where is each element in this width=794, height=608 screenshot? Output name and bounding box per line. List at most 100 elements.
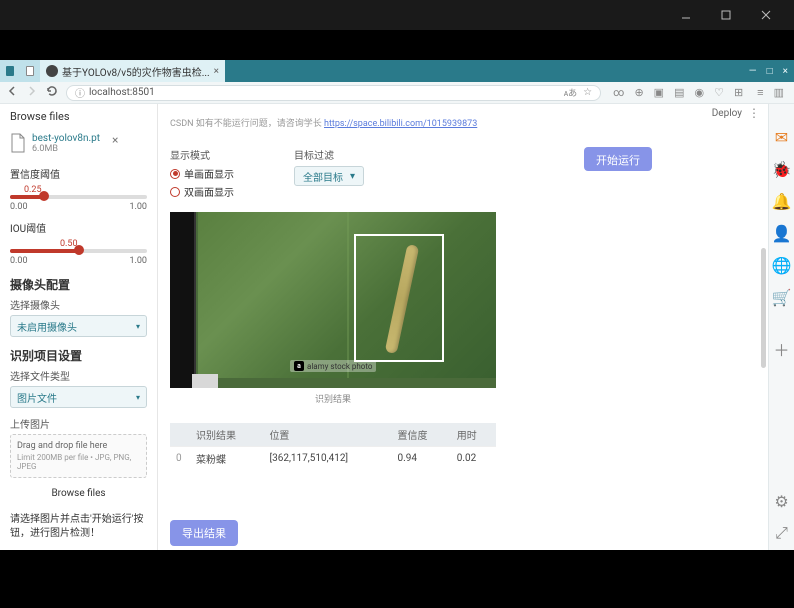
display-mode-label: 显示模式 xyxy=(170,147,234,162)
browser-tab-pinned-2[interactable] xyxy=(20,60,40,82)
project-section-title: 识别项目设置 xyxy=(10,347,147,364)
detection-bbox xyxy=(354,234,444,362)
watermark-text: alamy stock photo xyxy=(307,362,372,371)
browser-maximize-button[interactable]: □ xyxy=(767,66,773,77)
filetype-select[interactable]: 图片文件 ▾ xyxy=(10,386,147,408)
rail-plus-button[interactable]: ＋ xyxy=(775,342,789,356)
browser-window: 基于YOLOv8/v5的灾作物害虫检... × — □ × ⓘ localhos… xyxy=(0,60,794,550)
os-maximize-button[interactable] xyxy=(706,1,746,29)
bottom-black-band xyxy=(0,550,794,608)
cell-confidence: 0.94 xyxy=(391,447,450,471)
confidence-slider: 置信度阈值 0.25 0.00 1.00 xyxy=(10,166,147,212)
ext-icon-7[interactable]: ⊞ xyxy=(734,86,743,99)
cell-position: [362,117,510,412] xyxy=(263,447,391,471)
browser-close-button[interactable]: × xyxy=(783,66,788,77)
filetype-sub-label: 选择文件类型 xyxy=(10,368,147,383)
translate-icon[interactable]: ᴀあ xyxy=(564,86,577,99)
file-size: 6.0MB xyxy=(32,144,100,154)
cell-time: 0.02 xyxy=(451,447,496,471)
tab-pinned-icon xyxy=(6,66,14,76)
display-mode-group: 显示模式 单画面显示 双画面显示 xyxy=(170,147,234,202)
camera-select[interactable]: 未启用摄像头 ▾ xyxy=(10,315,147,337)
cell-result: 菜粉蝶 xyxy=(190,447,263,471)
nav-reload-button[interactable] xyxy=(46,85,58,100)
confidence-track[interactable] xyxy=(10,195,147,199)
tab-favicon-icon xyxy=(46,65,58,77)
iou-max: 1.00 xyxy=(129,256,147,266)
radio-dual-view[interactable]: 双画面显示 xyxy=(170,184,234,199)
ext-icon-6[interactable]: ♡ xyxy=(714,86,724,99)
rail-expand-icon[interactable]: ⤢ xyxy=(775,526,789,540)
radio-single-label: 单画面显示 xyxy=(184,166,234,181)
ext-icon-4[interactable]: ▤ xyxy=(674,86,684,99)
nav-forward-button[interactable] xyxy=(26,85,38,100)
confidence-label: 置信度阈值 xyxy=(10,166,147,181)
os-minimize-button[interactable] xyxy=(666,1,706,29)
cell-idx: 0 xyxy=(170,447,190,471)
rail-cart-icon[interactable]: 🛒 xyxy=(775,290,789,304)
image-watermark: a alamy stock photo xyxy=(290,360,376,372)
iou-track[interactable] xyxy=(10,249,147,253)
os-close-button[interactable] xyxy=(746,1,786,29)
bookmark-star-icon[interactable]: ☆ xyxy=(583,87,592,98)
rail-user-icon[interactable]: 👤 xyxy=(775,226,789,240)
url-input[interactable]: ⓘ localhost:8501 ᴀあ ☆ xyxy=(66,85,601,101)
browser-tab-active[interactable]: 基于YOLOv8/v5的灾作物害虫检... × xyxy=(40,60,225,82)
ext-icon-9[interactable]: ▥ xyxy=(774,86,784,99)
site-info-icon[interactable]: ⓘ xyxy=(75,85,85,100)
browser-side-panel: ✉ 🐞 🔔 👤 🌐 🛒 ＋ ⚙ ⤢ xyxy=(768,104,794,550)
header-info-line: CSDN 如有不能运行问题，请咨询学长 https://space.bilibi… xyxy=(170,116,732,129)
iou-value: 0.50 xyxy=(60,239,147,249)
rail-wrench-icon[interactable]: ⚙ xyxy=(775,494,789,508)
ext-icon-1[interactable]: ∞ xyxy=(613,86,624,99)
nav-back-button[interactable] xyxy=(6,85,18,100)
result-image: a alamy stock photo xyxy=(170,212,496,388)
os-titlebar xyxy=(0,0,794,30)
radio-unselected-icon xyxy=(170,187,180,197)
browse-files-button-2[interactable]: Browse files xyxy=(10,482,147,505)
tab-close-button[interactable]: × xyxy=(214,66,219,77)
top-black-band xyxy=(0,30,794,60)
rail-message-icon[interactable]: ✉ xyxy=(775,130,789,144)
browse-files-button[interactable]: Browse files xyxy=(10,110,147,123)
browser-minimize-button[interactable]: — xyxy=(749,66,757,77)
browser-window-controls: — □ × xyxy=(743,60,794,82)
radio-single-view[interactable]: 单画面显示 xyxy=(170,166,234,181)
ext-icon-2[interactable]: ⊕ xyxy=(634,86,643,99)
export-results-button[interactable]: 导出结果 xyxy=(170,520,238,546)
browser-tab-pinned[interactable] xyxy=(0,60,20,82)
chevron-down-icon-3: ▾ xyxy=(350,171,355,182)
target-filter-select[interactable]: 全部目标 ▾ xyxy=(294,166,364,186)
header-info-link[interactable]: https://space.bilibili.com/1015939873 xyxy=(324,119,477,129)
th-time: 用时 xyxy=(451,423,496,447)
start-run-button[interactable]: 开始运行 xyxy=(584,147,652,171)
upload-label: 上传图片 xyxy=(10,416,147,431)
tab-pinned-icon-2 xyxy=(26,66,34,76)
filetype-select-value: 图片文件 xyxy=(17,390,57,405)
scrollbar[interactable] xyxy=(761,128,767,550)
ext-icon-3[interactable]: ▣ xyxy=(654,86,664,99)
sidebar-hint: 请选择图片并点击'开始运行'按钮，进行图片检测！ xyxy=(10,513,147,541)
chevron-down-icon: ▾ xyxy=(136,322,140,331)
camera-select-value: 未启用摄像头 xyxy=(17,319,77,334)
confidence-max: 1.00 xyxy=(129,202,147,212)
file-dropzone[interactable]: Drag and drop file here Limit 200MB per … xyxy=(10,434,147,478)
image-caption: 识别结果 xyxy=(170,392,496,405)
file-icon xyxy=(10,133,26,156)
camera-sub-label: 选择摄像头 xyxy=(10,297,147,312)
header-info-text: CSDN 如有不能运行问题，请咨询学长 xyxy=(170,119,324,129)
dropzone-text: Drag and drop file here xyxy=(17,441,140,451)
rail-globe-icon[interactable]: 🌐 xyxy=(775,258,789,272)
uploaded-file-item: best-yolov8n.pt 6.0MB × xyxy=(10,133,147,156)
file-remove-button[interactable]: × xyxy=(112,133,118,147)
browser-tab-strip: 基于YOLOv8/v5的灾作物害虫检... × — □ × xyxy=(0,60,794,82)
rail-bell-icon[interactable]: 🔔 xyxy=(775,194,789,208)
results-table: 识别结果 位置 置信度 用时 0 菜粉蝶 [362,117,510,412] 0… xyxy=(170,423,496,470)
dropzone-limit: Limit 200MB per file • JPG, PNG, JPEG xyxy=(17,453,140,471)
table-row[interactable]: 0 菜粉蝶 [362,117,510,412] 0.94 0.02 xyxy=(170,447,496,471)
file-name: best-yolov8n.pt xyxy=(32,133,100,144)
ext-icon-8[interactable]: ≡ xyxy=(757,86,763,99)
ext-icon-5[interactable]: ◉ xyxy=(694,86,704,99)
rail-bug-icon[interactable]: 🐞 xyxy=(775,162,789,176)
chevron-down-icon-2: ▾ xyxy=(136,393,140,402)
